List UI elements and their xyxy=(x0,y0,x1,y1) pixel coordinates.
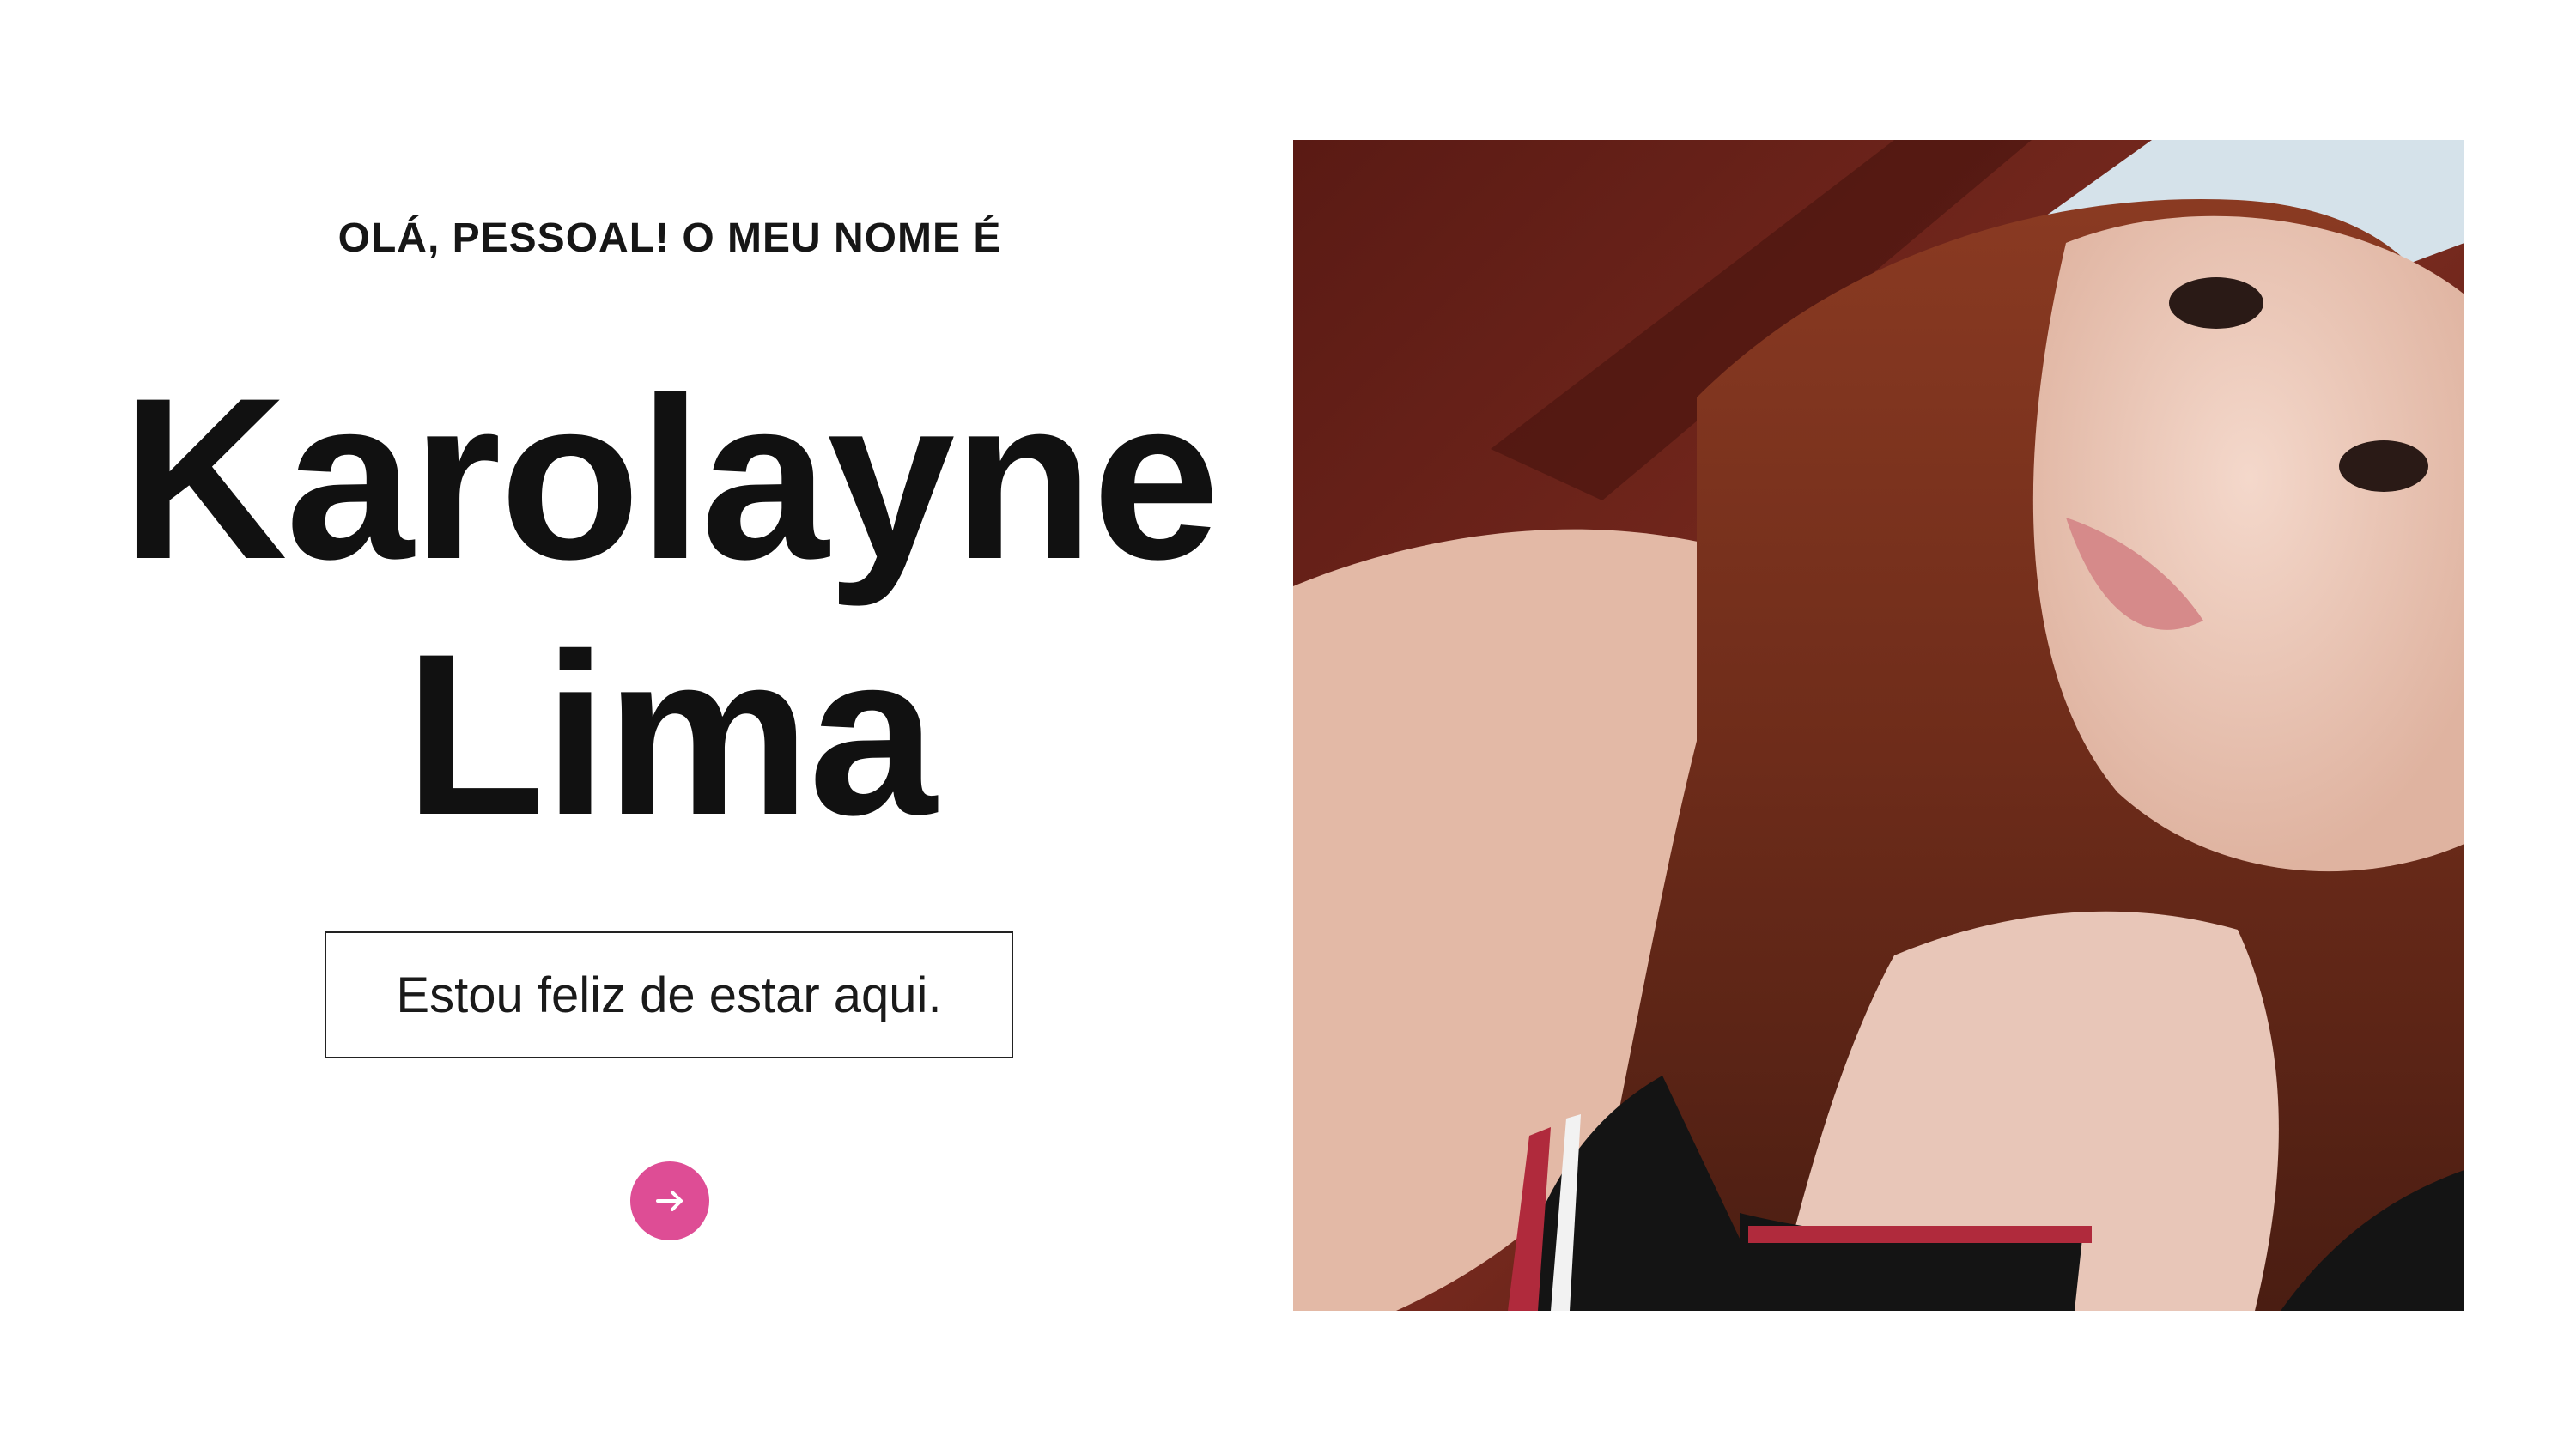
intro-text-panel: OLÁ, PESSOAL! O MEU NOME É Karolayne Lim… xyxy=(0,0,1297,1449)
last-name: Lima xyxy=(404,605,937,863)
profile-photo xyxy=(1293,140,2464,1311)
first-name: Karolayne xyxy=(121,349,1220,607)
tagline-text: Estou feliz de estar aqui. xyxy=(396,967,942,1023)
greeting-text: OLÁ, PESSOAL! O MEU NOME É xyxy=(337,215,1002,261)
intro-slide: OLÁ, PESSOAL! O MEU NOME É Karolayne Lim… xyxy=(0,0,2576,1449)
next-button[interactable] xyxy=(630,1161,709,1240)
presenter-name: Karolayne Lima xyxy=(0,350,1340,862)
tagline-box: Estou feliz de estar aqui. xyxy=(325,931,1013,1058)
arrow-right-icon xyxy=(656,1191,683,1211)
